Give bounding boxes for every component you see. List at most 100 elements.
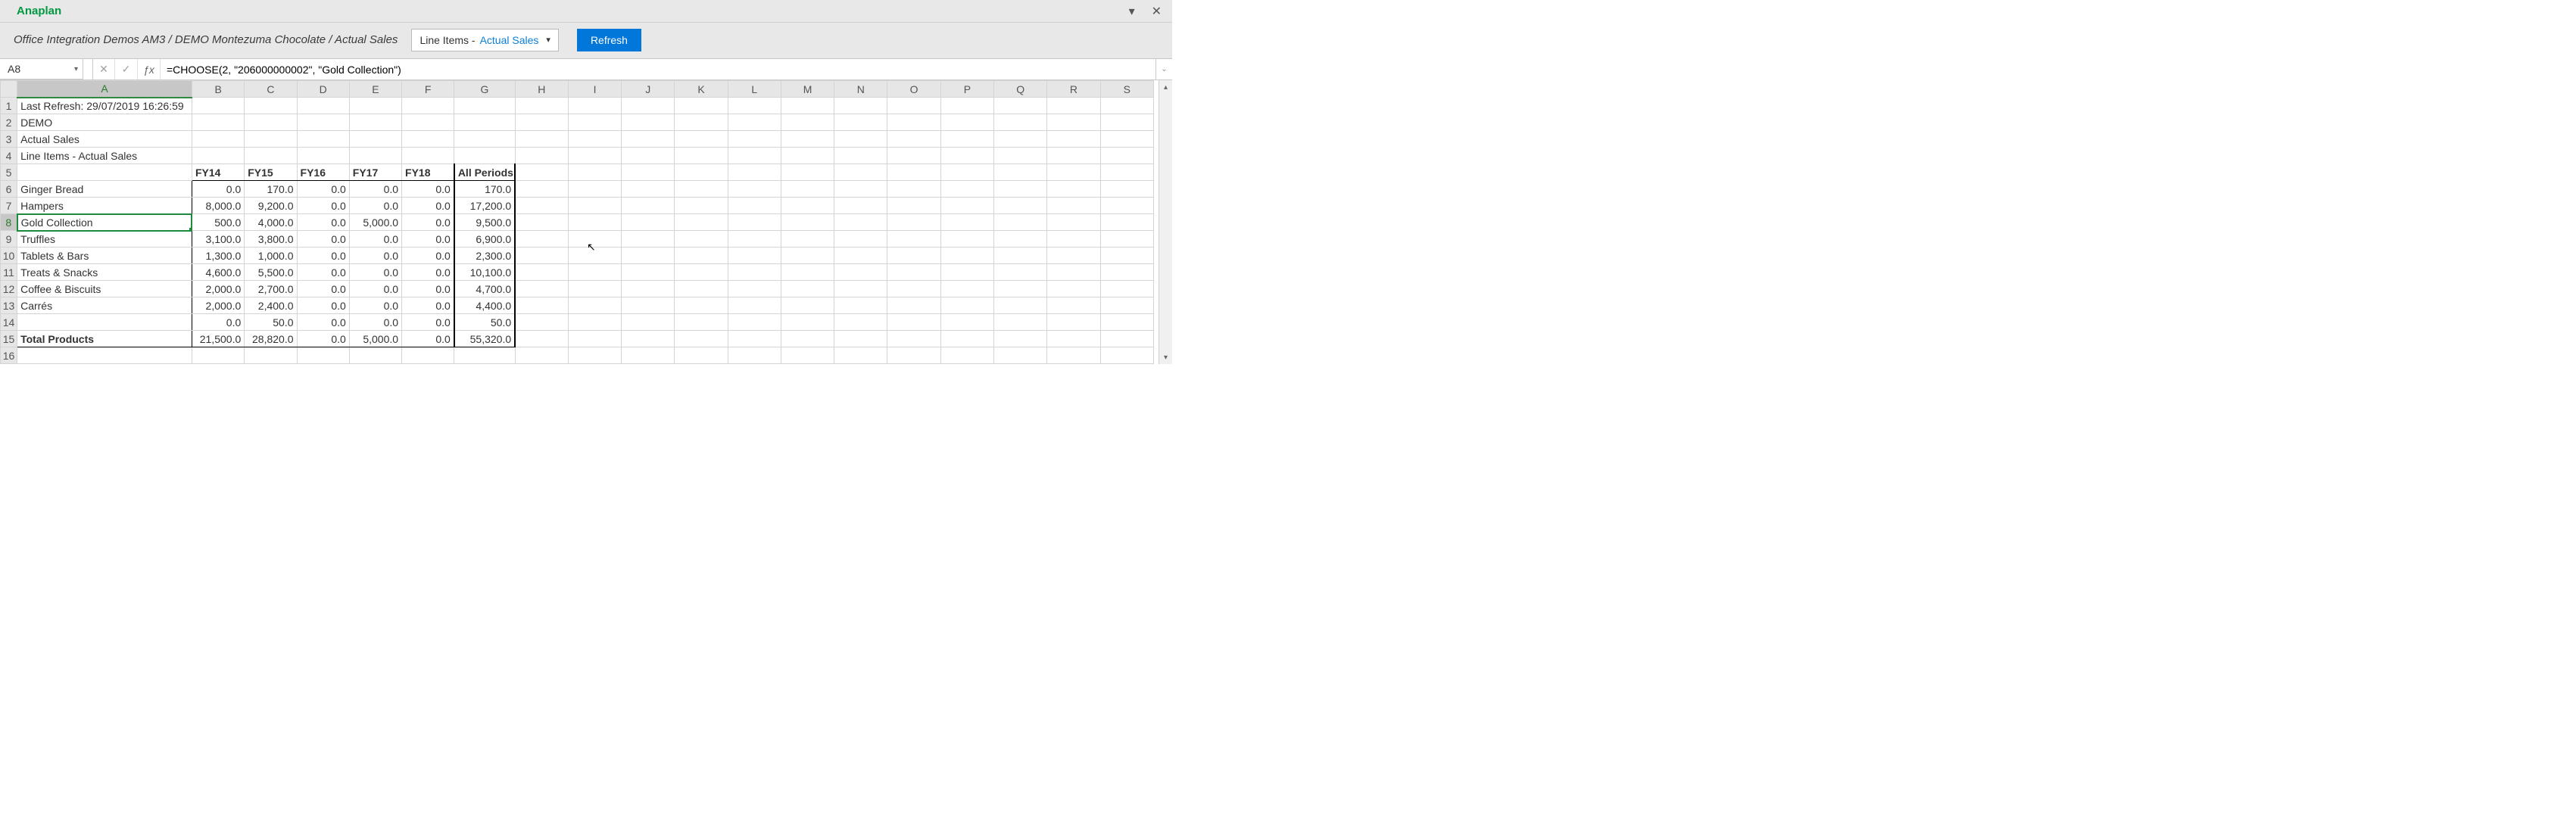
cell[interactable] <box>781 231 834 248</box>
cell[interactable] <box>887 114 940 131</box>
cell[interactable]: 0.0 <box>349 198 401 214</box>
cell[interactable]: 2,000.0 <box>192 281 244 297</box>
cell[interactable] <box>402 347 454 364</box>
cell[interactable] <box>887 297 940 314</box>
cell[interactable] <box>515 98 568 114</box>
cell[interactable]: 0.0 <box>349 314 401 331</box>
cell[interactable]: 4,000.0 <box>245 214 297 231</box>
cell[interactable]: Carrés <box>17 297 192 314</box>
cell[interactable] <box>728 214 781 231</box>
cell[interactable]: 0.0 <box>297 248 349 264</box>
vertical-scrollbar[interactable]: ▴ ▾ <box>1159 80 1172 364</box>
cell[interactable] <box>781 347 834 364</box>
cell[interactable] <box>940 331 993 347</box>
cell[interactable] <box>454 148 515 164</box>
cell[interactable]: 0.0 <box>192 314 244 331</box>
cell[interactable] <box>994 248 1047 264</box>
cell[interactable] <box>515 331 568 347</box>
cell[interactable] <box>622 331 675 347</box>
cell[interactable] <box>1100 231 1153 248</box>
cell[interactable] <box>454 114 515 131</box>
cell[interactable] <box>297 114 349 131</box>
cell[interactable] <box>675 297 728 314</box>
cell[interactable] <box>568 164 621 181</box>
row-header[interactable]: 12 <box>1 281 17 297</box>
cell[interactable] <box>940 264 993 281</box>
cell[interactable] <box>781 314 834 331</box>
cell[interactable] <box>192 114 244 131</box>
cell[interactable]: 1,300.0 <box>192 248 244 264</box>
cell[interactable]: 0.0 <box>297 198 349 214</box>
cell[interactable] <box>515 114 568 131</box>
cell[interactable]: DEMO <box>17 114 192 131</box>
cell[interactable] <box>675 347 728 364</box>
cell[interactable] <box>675 148 728 164</box>
cell[interactable]: 0.0 <box>192 181 244 198</box>
scroll-up-icon[interactable]: ▴ <box>1159 80 1172 94</box>
cell[interactable]: 0.0 <box>349 181 401 198</box>
cell[interactable] <box>994 331 1047 347</box>
cell[interactable]: 0.0 <box>402 231 454 248</box>
formula-input[interactable] <box>161 59 1155 79</box>
cell[interactable] <box>402 98 454 114</box>
cell[interactable]: 0.0 <box>349 281 401 297</box>
cell[interactable] <box>675 314 728 331</box>
cell[interactable]: 0.0 <box>297 214 349 231</box>
cell[interactable] <box>781 131 834 148</box>
column-header[interactable]: P <box>940 81 993 98</box>
cell[interactable]: 0.0 <box>297 331 349 347</box>
cell[interactable] <box>994 297 1047 314</box>
cell[interactable] <box>675 181 728 198</box>
spreadsheet-grid[interactable]: ABCDEFGHIJKLMNOPQRS 1Last Refresh: 29/07… <box>0 80 1154 364</box>
cell[interactable] <box>349 114 401 131</box>
cell[interactable] <box>1100 347 1153 364</box>
cell[interactable] <box>887 281 940 297</box>
cell[interactable] <box>675 281 728 297</box>
column-header[interactable]: J <box>622 81 675 98</box>
row-header[interactable]: 16 <box>1 347 17 364</box>
cell[interactable]: 4,700.0 <box>454 281 515 297</box>
cell[interactable] <box>568 231 621 248</box>
row-header[interactable]: 13 <box>1 297 17 314</box>
cell[interactable]: 2,400.0 <box>245 297 297 314</box>
cell[interactable] <box>887 314 940 331</box>
cell[interactable]: 0.0 <box>402 281 454 297</box>
cell[interactable] <box>568 297 621 314</box>
row-header[interactable]: 1 <box>1 98 17 114</box>
cell[interactable] <box>568 198 621 214</box>
cell[interactable] <box>622 114 675 131</box>
cell[interactable]: 50.0 <box>454 314 515 331</box>
cell[interactable]: FY18 <box>402 164 454 181</box>
cell[interactable] <box>454 347 515 364</box>
cell[interactable] <box>349 347 401 364</box>
cell[interactable]: 1,000.0 <box>245 248 297 264</box>
cell[interactable] <box>515 314 568 331</box>
cell[interactable] <box>515 264 568 281</box>
cell[interactable]: Gold Collection <box>17 214 192 231</box>
close-icon[interactable]: ✕ <box>1152 4 1162 19</box>
cell[interactable]: 0.0 <box>297 231 349 248</box>
cell[interactable] <box>568 264 621 281</box>
cell[interactable] <box>297 148 349 164</box>
cell[interactable] <box>994 198 1047 214</box>
cell[interactable] <box>781 98 834 114</box>
cell[interactable] <box>1100 264 1153 281</box>
cell[interactable] <box>887 264 940 281</box>
cell[interactable] <box>515 198 568 214</box>
cell[interactable] <box>245 114 297 131</box>
cell[interactable] <box>728 98 781 114</box>
cell[interactable] <box>994 214 1047 231</box>
cell[interactable] <box>994 314 1047 331</box>
cell[interactable] <box>402 131 454 148</box>
cell[interactable]: 170.0 <box>454 181 515 198</box>
row-header[interactable]: 9 <box>1 231 17 248</box>
cell[interactable]: Hampers <box>17 198 192 214</box>
cell[interactable] <box>622 281 675 297</box>
cell[interactable]: FY15 <box>245 164 297 181</box>
column-header[interactable]: N <box>834 81 887 98</box>
select-all-corner[interactable] <box>1 81 17 98</box>
refresh-button[interactable]: Refresh <box>577 29 641 51</box>
cell[interactable] <box>245 131 297 148</box>
cell[interactable]: 10,100.0 <box>454 264 515 281</box>
accept-formula-button[interactable]: ✓ <box>115 59 138 79</box>
